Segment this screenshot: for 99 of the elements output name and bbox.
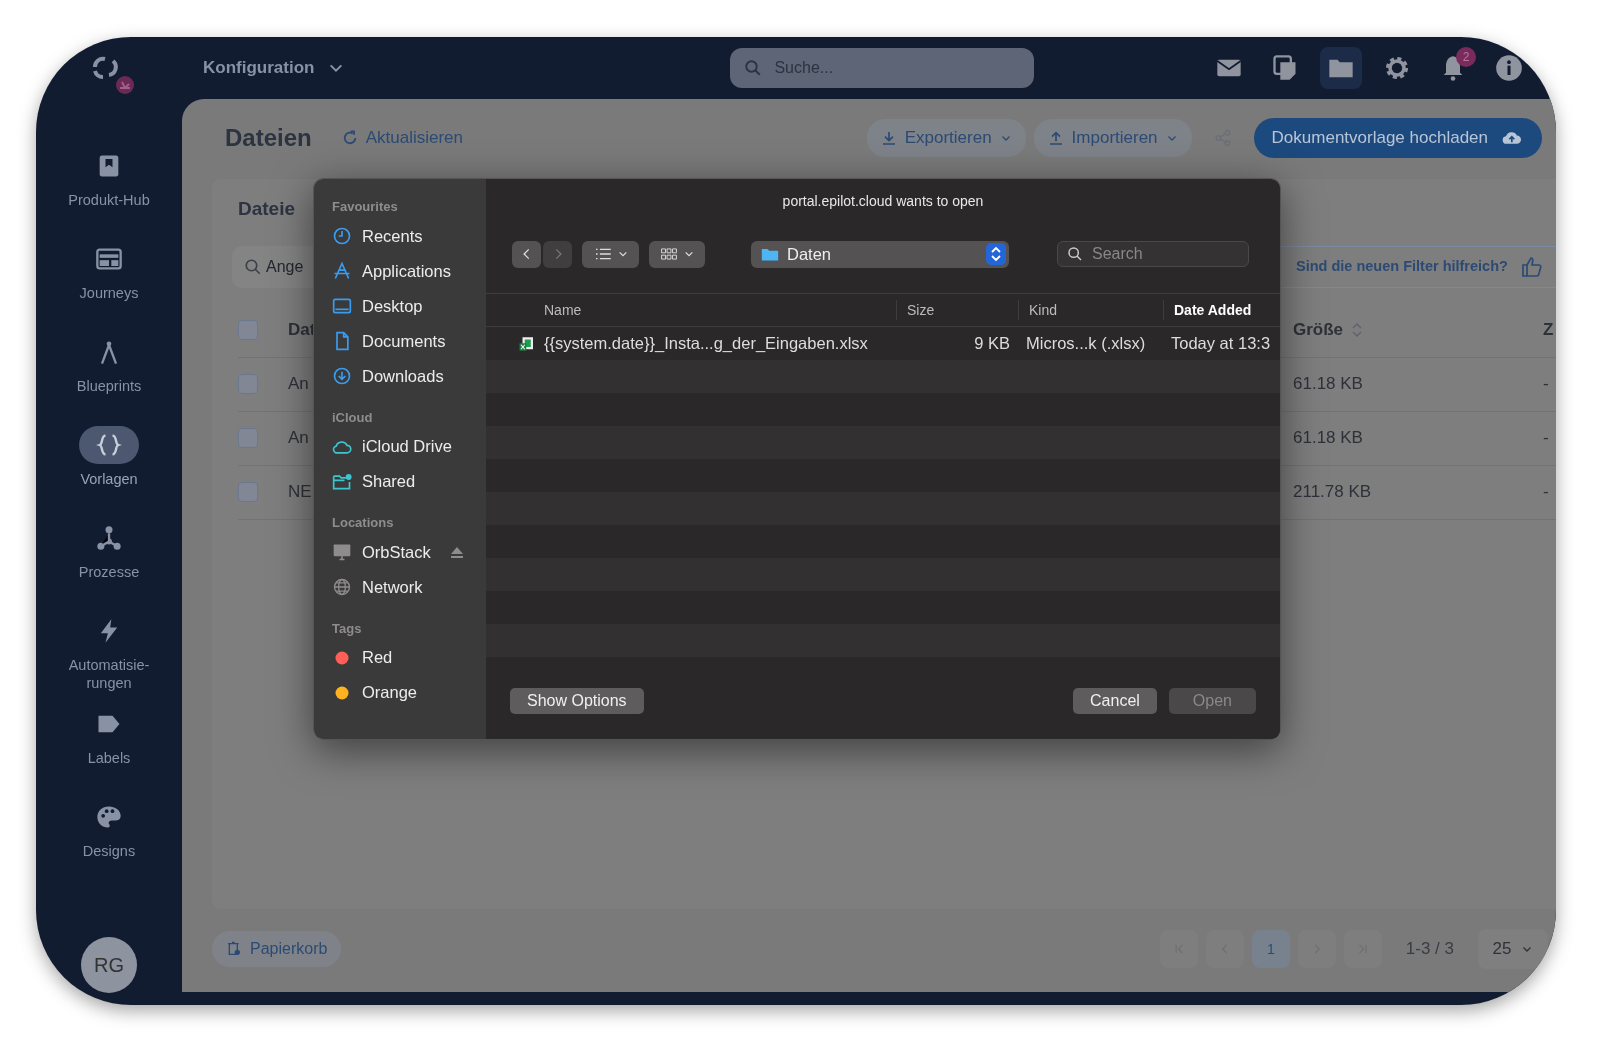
list-icon (593, 247, 612, 261)
desktop-icon (332, 296, 352, 316)
tree-icon (95, 524, 123, 552)
page-size-select[interactable]: 25 (1478, 929, 1548, 969)
feedback-question: Sind die neuen Filter hilfreich? (1296, 256, 1508, 276)
sidebar-item[interactable]: Designs (49, 798, 169, 891)
spreadsheet-icon (518, 334, 536, 353)
file-name: NE (288, 481, 312, 504)
sidebar-item[interactable]: Journeys (49, 240, 169, 333)
search-icon (1067, 246, 1083, 262)
sidebar-item[interactable]: Documents (332, 323, 486, 359)
chevron-down-icon (617, 249, 628, 259)
column-header[interactable]: Date Added (1174, 299, 1252, 321)
file-size: 61.18 KB (1293, 373, 1363, 396)
file-kind: Micros...k (.xlsx) (1026, 334, 1146, 353)
download-icon (332, 366, 352, 386)
shared-folder-icon (332, 471, 352, 492)
table-cell-text: - (1543, 481, 1549, 504)
file-size: 9 KB (974, 334, 1010, 353)
files-button[interactable] (1320, 47, 1362, 89)
sidebar-label: Journeys (79, 284, 139, 303)
sidebar-item[interactable]: Shared (332, 464, 486, 499)
sidebar-item[interactable]: Blueprints (49, 333, 169, 426)
sidebar-heading: Locations (332, 514, 395, 532)
notification-badge: 2 (1456, 47, 1476, 67)
refresh-icon (341, 130, 358, 146)
sidebar-item[interactable]: Recents (332, 218, 486, 254)
sidebar-label: Labels (87, 749, 131, 768)
chevron-down-icon (684, 249, 694, 259)
sidebar-item[interactable]: Network (332, 569, 486, 605)
globe-icon (332, 577, 352, 597)
clock-icon (332, 226, 352, 246)
sidebar-item[interactable]: Desktop (332, 288, 486, 324)
sidebar-item[interactable]: Downloads (332, 358, 486, 394)
sidebar-item[interactable]: Vorlagen (49, 426, 169, 519)
dialog-button[interactable]: Show Options (510, 688, 644, 714)
copy-icon (1271, 54, 1299, 82)
sidebar-item[interactable]: Prozesse (49, 519, 169, 612)
grid-icon (660, 247, 678, 261)
location-popup[interactable]: Daten (751, 240, 1009, 268)
sidebar-label: Vorlagen (80, 470, 138, 489)
grid-view-button[interactable] (649, 240, 705, 268)
info-icon (1495, 54, 1523, 82)
dialog-title: portal.epilot.cloud wants to open (781, 192, 985, 211)
column-header: Dat (288, 319, 316, 342)
upload-template-button[interactable]: Dokumentvorlage hochladen (1253, 118, 1542, 158)
search-icon (244, 257, 262, 276)
column-header: Z (1543, 319, 1554, 342)
sidebar-item[interactable]: Red (332, 640, 486, 675)
download-icon (880, 130, 897, 146)
folder-icon (761, 246, 779, 262)
sidebar-heading: Favourites (332, 198, 399, 216)
sidebar-label: Automatisie- rungen (68, 656, 150, 693)
card-title: Dateie (238, 197, 296, 221)
sidebar-item[interactable]: Automatisie- rungen (49, 612, 169, 705)
stepper-icon (990, 246, 1002, 262)
sidebar-label: Blueprints (76, 377, 142, 396)
sidebar-item[interactable]: Orange (332, 675, 486, 710)
column-header[interactable]: Size (907, 299, 935, 321)
file-name: An (288, 373, 309, 396)
list-view-button[interactable] (582, 240, 639, 268)
sidebar-item[interactable]: OrbStack (332, 534, 486, 570)
sidebar-item[interactable]: Labels (49, 705, 169, 798)
table-cell-text: - (1543, 373, 1549, 396)
sidebar-item[interactable]: Produkt-Hub (49, 147, 169, 240)
monitor-icon (332, 542, 352, 562)
sort-icon (1351, 321, 1364, 339)
thumbs-up-button[interactable] (1519, 254, 1544, 279)
sidebar-heading: iCloud (332, 408, 374, 427)
column-header[interactable]: Name (544, 299, 582, 321)
file-date: Today at 13:3 (1171, 334, 1271, 353)
user-avatar[interactable]: RG (81, 937, 137, 993)
file-size: 61.18 KB (1293, 427, 1363, 450)
column-header[interactable]: Größe (1293, 317, 1344, 343)
page-title: Dateien (225, 123, 312, 153)
menu-dropdown[interactable]: Konfiguration (197, 54, 351, 82)
upload-icon (1047, 130, 1064, 146)
sidebar-label: Prozesse (78, 563, 140, 582)
file-size: 211.78 KB (1293, 481, 1372, 504)
search-field[interactable]: Suche... (730, 48, 1035, 88)
trash-icon (226, 941, 242, 957)
search-icon (744, 59, 763, 77)
table-cell-text: - (1543, 427, 1549, 450)
thumbs-up-icon (1519, 254, 1544, 279)
apps-icon (332, 261, 352, 281)
back-button[interactable] (512, 240, 541, 268)
file-row[interactable]: {{system.date}}_Insta...g_der_Eingaben.xlsx 9 KB Micros...k (.xlsx) Today at 13:3 (486, 327, 1280, 360)
sidebar-label: Produkt-Hub (68, 191, 150, 210)
file-name: An (288, 427, 309, 450)
file-name: {{system.date}}_Insta...g_der_Eingaben.xlsx (544, 333, 868, 355)
sidebar-item[interactable]: Applications (332, 253, 486, 289)
dialog-button[interactable]: Cancel (1073, 688, 1157, 714)
gear-icon (1383, 54, 1411, 82)
sidebar-heading: Tags (332, 619, 363, 638)
search-field[interactable]: Search (1057, 241, 1249, 267)
sidebar-label: Designs (82, 842, 136, 861)
page-range: 1-3 / 3 (1405, 938, 1454, 961)
column-header[interactable]: Kind (1029, 299, 1058, 321)
sidebar-item[interactable]: iCloud Drive (332, 429, 486, 464)
